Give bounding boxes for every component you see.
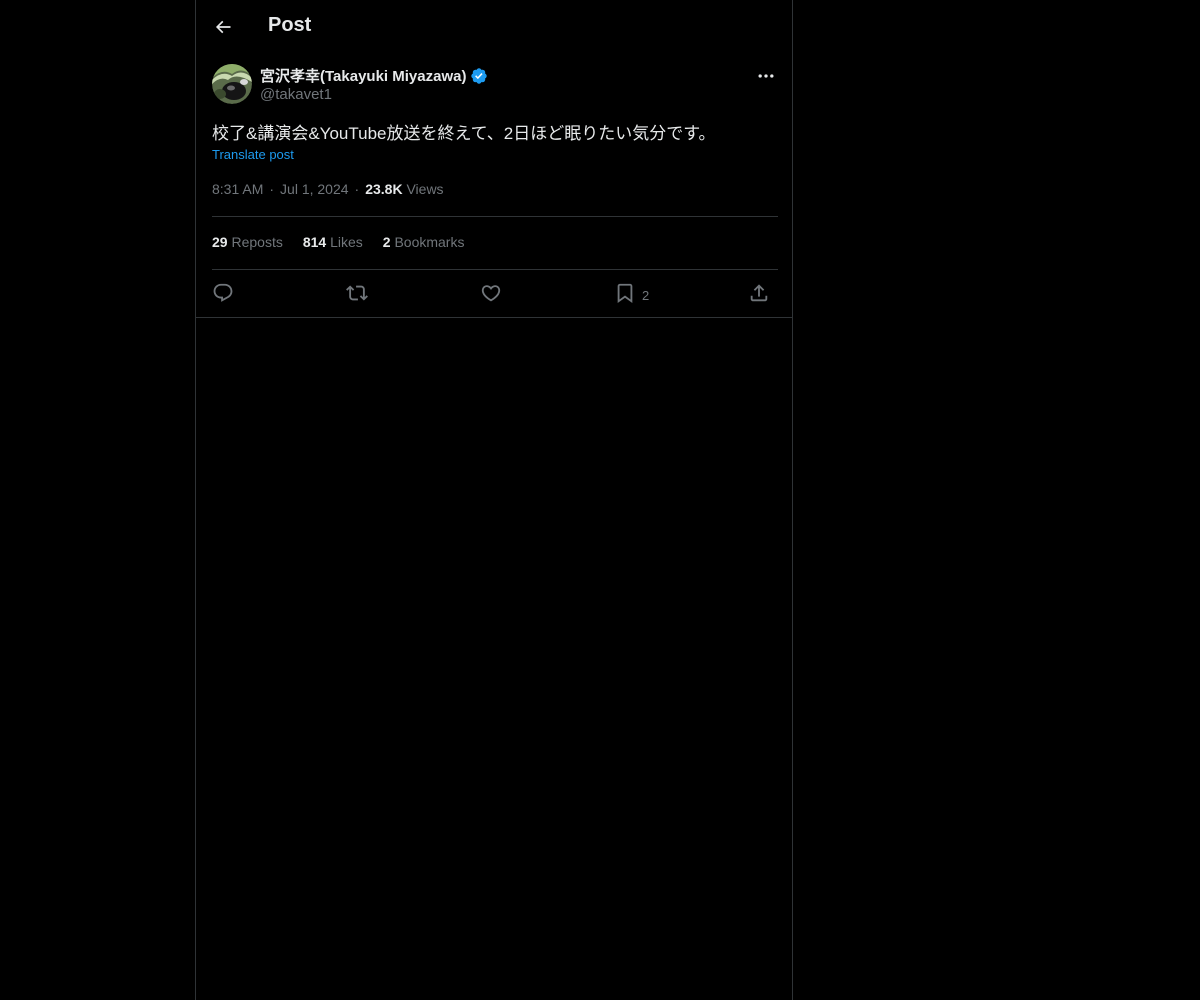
repost-icon — [346, 285, 368, 301]
share-icon — [750, 284, 768, 302]
bookmark-action-count: 2 — [642, 287, 650, 303]
post-time[interactable]: 8:31 AM — [212, 181, 263, 197]
bookmarks-label: Bookmarks — [394, 234, 465, 250]
heart-icon — [481, 285, 501, 302]
bookmarks-count: 2 — [382, 234, 391, 250]
reposts-label: Reposts — [231, 234, 283, 250]
divider — [212, 269, 778, 270]
divider — [212, 216, 778, 217]
author-name-line[interactable]: 宮沢孝幸(Takayuki Miyazawa) — [260, 65, 488, 86]
views-label: Views — [406, 181, 444, 197]
reply-button[interactable] — [212, 280, 234, 306]
avatar[interactable] — [212, 64, 252, 104]
post-detail-column: Post 宮沢孝幸(Takayuki Miyazawa) @takavet1 校… — [195, 0, 793, 1000]
post-bottom-border — [196, 317, 792, 318]
engagement-stats: 29 Reposts 814 Likes 2 Bookmarks — [212, 234, 464, 250]
post-date[interactable]: Jul 1, 2024 — [280, 181, 349, 197]
action-bar: 2 — [212, 280, 778, 308]
bookmarks-stat[interactable]: 2 Bookmarks — [383, 234, 465, 250]
more-icon — [758, 74, 774, 78]
likes-stat[interactable]: 814 Likes — [303, 234, 363, 250]
more-options-button[interactable] — [754, 64, 778, 88]
meta-separator: · — [269, 181, 275, 197]
bookmark-button[interactable]: 2 — [614, 280, 649, 306]
likes-label: Likes — [330, 234, 363, 250]
likes-count: 814 — [302, 234, 327, 250]
views-count: 23.8K — [365, 181, 403, 197]
avatar-image — [212, 64, 252, 104]
page-header: Post — [196, 0, 792, 54]
page-title: Post — [268, 14, 312, 36]
meta-separator: · — [354, 181, 360, 197]
arrow-left-icon — [215, 20, 231, 34]
share-button[interactable] — [748, 280, 770, 306]
author-display-name[interactable]: 宮沢孝幸(Takayuki Miyazawa) — [260, 65, 466, 86]
author-handle[interactable]: @takavet1 — [260, 86, 332, 103]
back-button[interactable] — [206, 10, 240, 44]
like-button[interactable] — [480, 280, 502, 306]
post-text: 校了&講演会&YouTube放送を終えて、2日ほど眠りたい気分です。 — [212, 124, 716, 143]
bookmark-icon — [617, 283, 633, 304]
reply-icon — [213, 283, 233, 302]
translate-post-link[interactable]: Translate post — [212, 147, 294, 162]
reposts-stat[interactable]: 29 Reposts — [212, 234, 283, 250]
reposts-count: 29 — [212, 234, 228, 250]
verified-badge-icon — [470, 67, 488, 85]
post-metadata: 8:31 AM · Jul 1, 2024 · 23.8K Views — [212, 181, 444, 197]
repost-button[interactable] — [346, 280, 368, 306]
